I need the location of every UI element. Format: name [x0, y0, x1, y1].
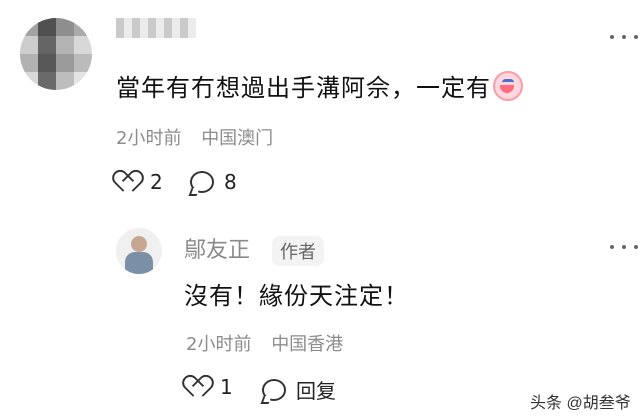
more-options-icon[interactable] [610, 238, 638, 256]
comment-time: 2小时前 [116, 128, 182, 149]
like-button[interactable]: 1 [188, 375, 233, 399]
reply-button[interactable]: 8 [190, 170, 237, 194]
author-badge: 作者 [272, 236, 324, 266]
comment-location: 中国澳门 [201, 128, 274, 149]
more-options-icon[interactable] [610, 28, 638, 46]
avatar[interactable] [116, 228, 162, 274]
comment-content: 當年有冇想過出手溝阿佘，一定有 [116, 74, 491, 102]
watermark: 头条 @胡叁爷 [530, 395, 631, 412]
comment-text: 當年有冇想過出手溝阿佘，一定有 [116, 68, 523, 103]
comment-meta: 2小时前 中国澳门 [116, 124, 287, 150]
reply-text: 沒有！緣份天注定！ [184, 282, 409, 310]
reply-location: 中国香港 [271, 334, 344, 355]
heart-icon [118, 172, 140, 192]
like-button[interactable]: 2 [118, 170, 163, 194]
reply-label: 回复 [296, 379, 336, 403]
comment-bubble-icon [190, 171, 214, 193]
comment-bubble-icon [262, 378, 286, 401]
emoji-icon [493, 71, 523, 101]
reply-time: 2小时前 [186, 334, 252, 355]
reply-button[interactable]: 回复 [262, 375, 336, 404]
heart-icon [188, 377, 210, 397]
like-count: 2 [150, 170, 163, 194]
avatar[interactable] [20, 18, 92, 90]
like-count: 1 [220, 375, 233, 399]
reply-meta: 2小时前 中国香港 [186, 330, 357, 356]
reply-count: 8 [224, 170, 237, 194]
username-blurred[interactable] [116, 18, 196, 38]
reply-username[interactable]: 鄔友正 [184, 232, 250, 264]
